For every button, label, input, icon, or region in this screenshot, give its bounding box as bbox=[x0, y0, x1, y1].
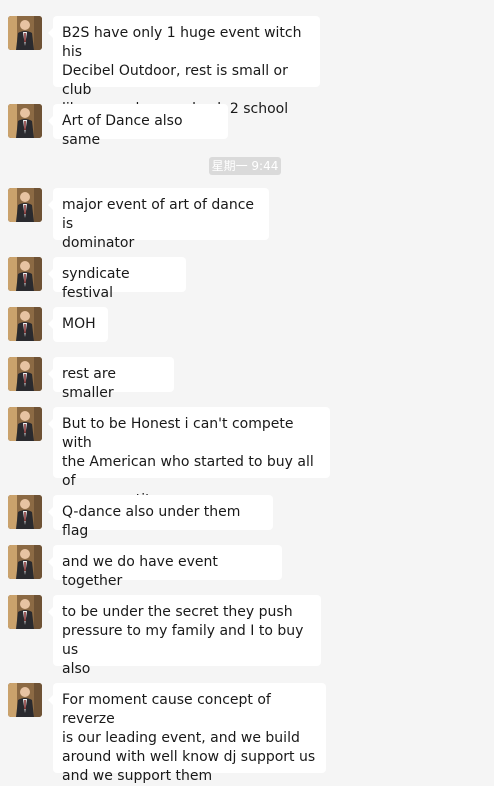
message-bubble[interactable]: rest are smaller bbox=[48, 357, 174, 401]
avatar[interactable] bbox=[8, 545, 42, 579]
avatar[interactable] bbox=[8, 595, 42, 629]
message-bubble[interactable]: to be under the secret they push pressur… bbox=[48, 595, 321, 677]
message-bubble[interactable]: syndicate festival bbox=[48, 257, 186, 301]
chat-window: B2S have only 1 huge event witch his Dec… bbox=[0, 0, 494, 784]
avatar[interactable] bbox=[8, 357, 42, 391]
avatar[interactable] bbox=[8, 307, 42, 341]
message-bubble[interactable]: But to be Honest i can't compete with th… bbox=[48, 407, 330, 508]
avatar[interactable] bbox=[8, 407, 42, 441]
message-bubble[interactable]: and we do have event together bbox=[48, 545, 282, 589]
avatar[interactable] bbox=[8, 104, 42, 138]
message-bubble[interactable]: B2S have only 1 huge event witch his Dec… bbox=[48, 16, 320, 117]
avatar[interactable] bbox=[8, 188, 42, 222]
avatar[interactable] bbox=[8, 683, 42, 717]
avatar[interactable] bbox=[8, 16, 42, 50]
message-bubble[interactable]: For moment cause concept of reverze is o… bbox=[48, 683, 326, 784]
message-bubble[interactable]: Q-dance also under them flag bbox=[48, 495, 273, 539]
message-bubble[interactable]: major event of art of dance is dominator bbox=[48, 188, 269, 251]
timestamp-divider: 星期一 9:44 bbox=[209, 157, 281, 175]
message-bubble[interactable]: MOH bbox=[48, 307, 108, 342]
avatar[interactable] bbox=[8, 257, 42, 291]
message-bubble[interactable]: Art of Dance also same bbox=[48, 104, 228, 148]
avatar[interactable] bbox=[8, 495, 42, 529]
